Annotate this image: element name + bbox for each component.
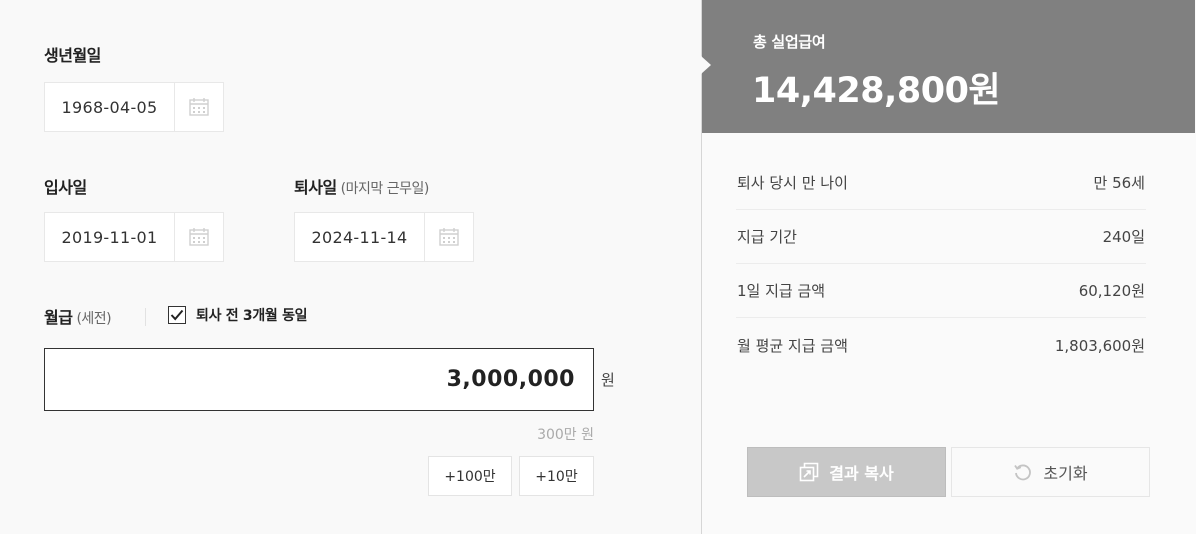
row-label: 퇴사 당시 만 나이: [737, 174, 848, 192]
divider: [145, 308, 146, 326]
reset-button-label: 초기화: [1043, 464, 1088, 483]
panel-pointer: [701, 56, 711, 74]
reset-icon: [1014, 464, 1032, 481]
result-row: 월 평균 지급 금액 1,803,600원: [736, 318, 1146, 372]
birth-date-field[interactable]: 1968-04-05: [44, 82, 224, 132]
salary-sub-label: (세전): [76, 311, 112, 327]
result-row: 지급 기간 240일: [736, 210, 1146, 264]
input-panel: 생년월일 1968-04-05 입사일 2019-11-01 퇴사일 (마지막 근…: [0, 0, 701, 534]
result-row: 1일 지급 금액 60,120원: [736, 264, 1146, 318]
same-3months-label: 퇴사 전 3개월 동일: [196, 308, 308, 324]
leave-sub-label: (마지막 근무일): [340, 181, 430, 197]
copy-button-label: 결과 복사: [829, 464, 894, 483]
birth-label: 생년월일: [44, 46, 101, 65]
leave-date-field[interactable]: 2024-11-14: [294, 212, 474, 262]
birth-date-value: 1968-04-05: [61, 97, 158, 117]
salary-unit: 원: [601, 371, 615, 389]
join-label: 입사일: [44, 178, 87, 197]
calendar-icon[interactable]: [174, 213, 223, 261]
same-3months-checkbox[interactable]: [168, 306, 186, 324]
copy-icon: [799, 462, 819, 482]
salary-hint: 300만 원: [537, 427, 594, 443]
row-value: 60,120원: [1078, 282, 1145, 300]
row-label: 월 평균 지급 금액: [737, 336, 848, 355]
salary-label: 월급 (세전): [44, 308, 112, 327]
result-row: 퇴사 당시 만 나이 만 56세: [736, 156, 1146, 210]
same-3months-checkbox-row[interactable]: 퇴사 전 3개월 동일: [168, 305, 308, 325]
calendar-icon[interactable]: [174, 83, 223, 131]
row-value: 1,803,600원: [1054, 336, 1145, 355]
check-icon: [170, 309, 184, 321]
salary-value: 3,000,000: [446, 367, 575, 392]
calendar-icon[interactable]: [424, 213, 473, 261]
join-date-field[interactable]: 2019-11-01: [44, 212, 224, 262]
leave-date-value: 2024-11-14: [311, 227, 408, 247]
total-label: 총 실업급여: [753, 33, 826, 51]
result-panel: 총 실업급여 14,428,800원 퇴사 당시 만 나이 만 56세 지급 기간…: [701, 0, 1196, 534]
copy-result-button[interactable]: 결과 복사: [747, 447, 946, 497]
result-rows: 퇴사 당시 만 나이 만 56세 지급 기간 240일 1일 지급 금액 60,120…: [736, 156, 1146, 372]
row-value: 240일: [1102, 228, 1145, 246]
add-100man-button[interactable]: +100만: [428, 456, 512, 496]
row-label: 지급 기간: [737, 228, 797, 246]
row-value: 만 56세: [1093, 174, 1145, 192]
salary-input[interactable]: 3,000,000: [44, 348, 594, 411]
join-date-value: 2019-11-01: [61, 227, 158, 247]
total-value: 14,428,800원: [752, 71, 1001, 111]
reset-button[interactable]: 초기화: [951, 447, 1150, 497]
leave-label: 퇴사일 (마지막 근무일): [294, 178, 430, 197]
add-10man-button[interactable]: +10만: [519, 456, 594, 496]
total-summary: 총 실업급여 14,428,800원: [702, 0, 1195, 133]
row-label: 1일 지급 금액: [737, 282, 826, 300]
